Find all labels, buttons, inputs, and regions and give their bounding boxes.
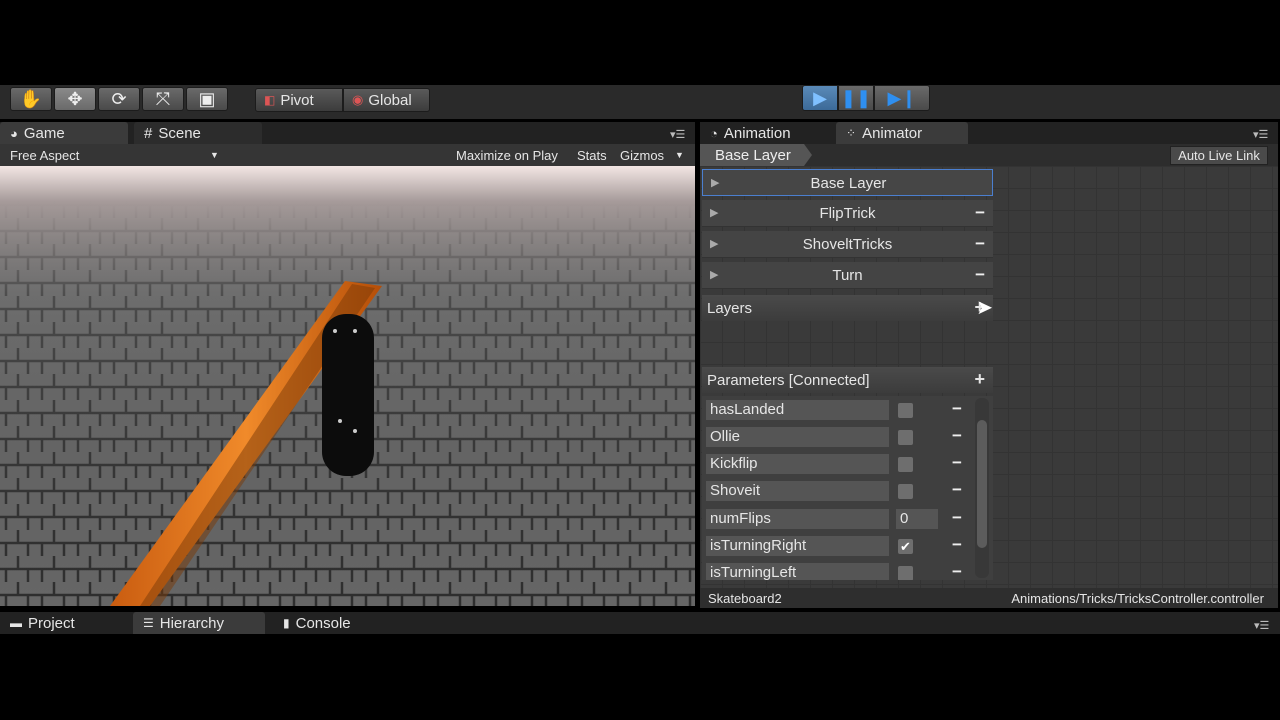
chevron-down-icon: ▼ <box>210 150 219 160</box>
remove-layer-button[interactable]: − <box>975 234 985 254</box>
parameter-name[interactable]: hasLanded <box>706 400 889 420</box>
clock-icon: ◔ <box>710 125 718 141</box>
tab-animation[interactable]: ◔ Animation <box>700 122 832 144</box>
selected-object-label: Skateboard2 <box>708 591 782 606</box>
maximize-on-play-toggle[interactable]: Maximize on Play <box>456 148 558 163</box>
animator-bar: Base Layer Auto Live Link <box>700 144 1278 166</box>
animator-status-bar: Skateboard2 Animations/Tricks/TricksCont… <box>700 588 1278 608</box>
parameter-row: hasLanded − <box>706 399 971 423</box>
parameter-name[interactable]: Shoveit <box>706 481 889 501</box>
list-icon: ☰ <box>143 616 154 630</box>
remove-parameter-button[interactable]: − <box>952 562 962 580</box>
parameters-header: Parameters [Connected] + <box>702 367 993 393</box>
parameter-int-field[interactable]: 0 <box>896 509 938 529</box>
bottom-menu-icon[interactable]: ▾☰ <box>1254 619 1269 632</box>
rotate-icon: ⟳ <box>111 88 127 109</box>
parameter-name[interactable]: Kickflip <box>706 454 889 474</box>
game-view-bar: Free Aspect ▼ Maximize on Play Stats Giz… <box>0 144 695 166</box>
skateboard <box>322 314 374 476</box>
layer-item[interactable]: ▶ Base Layer <box>702 169 993 196</box>
parameter-name[interactable]: Ollie <box>706 427 889 447</box>
parameter-checkbox[interactable] <box>898 403 913 418</box>
layer-item[interactable]: ▶ ShoveltTricks − <box>702 231 993 258</box>
parameter-checkbox[interactable] <box>898 457 913 472</box>
stats-toggle[interactable]: Stats <box>577 148 607 163</box>
move-tool-button[interactable]: ✥ <box>54 87 96 111</box>
panel-menu-icon[interactable]: ▾☰ <box>670 128 685 141</box>
cursor-icon: ➤ <box>976 297 993 319</box>
parameter-checkbox-checked[interactable]: ✔ <box>898 539 913 554</box>
remove-parameter-button[interactable]: − <box>952 453 962 473</box>
tab-animator[interactable]: ⁘ Animator <box>836 122 968 144</box>
play-button[interactable]: ▶ <box>802 85 838 111</box>
global-button[interactable]: ◉ Global <box>343 88 430 112</box>
pivot-icon: ◧ <box>264 93 276 107</box>
left-tab-bar: ◕ Game # Scene ▾☰ <box>0 122 695 144</box>
parameter-row: numFlips 0 − <box>706 508 971 532</box>
tab-game[interactable]: ◕ Game <box>0 122 128 144</box>
console-icon: ▮ <box>283 616 290 630</box>
parameter-checkbox[interactable] <box>898 430 913 445</box>
tab-project[interactable]: ▬ Project <box>0 612 128 634</box>
remove-parameter-button[interactable]: − <box>952 399 962 419</box>
hand-icon: ✋ <box>19 88 43 109</box>
parameter-row: isTurningLeft − <box>706 562 971 580</box>
pivot-button[interactable]: ◧ Pivot <box>255 88 343 112</box>
parameter-name[interactable]: isTurningRight <box>706 536 889 556</box>
gizmos-chevron-icon[interactable]: ▼ <box>675 150 684 160</box>
tab-hierarchy[interactable]: ☰ Hierarchy <box>133 612 265 634</box>
globe-icon: ◉ <box>352 92 364 107</box>
parameters-scrollbar[interactable] <box>975 398 989 578</box>
layer-item[interactable]: ▶ Turn − <box>702 262 993 289</box>
parameter-name[interactable]: numFlips <box>706 509 889 529</box>
hand-tool-button[interactable]: ✋ <box>10 87 52 111</box>
remove-layer-button[interactable]: − <box>975 265 985 285</box>
game-icon: ◕ <box>10 125 18 141</box>
play-icon: ▶ <box>813 87 827 108</box>
scale-icon: ⤧ <box>155 88 171 109</box>
animator-icon: ⁘ <box>846 126 857 140</box>
bottom-tab-bar: ▬ Project ☰ Hierarchy ▮ Console ▾☰ <box>0 612 1280 634</box>
remove-parameter-button[interactable]: − <box>952 508 962 528</box>
parameter-checkbox[interactable] <box>898 566 913 580</box>
scene-render <box>0 166 695 606</box>
remove-parameter-button[interactable]: − <box>952 426 962 446</box>
layers-header: Layers + ➤ <box>702 295 993 321</box>
folder-icon: ▬ <box>10 616 22 630</box>
pause-icon: ❚❚ <box>840 87 872 108</box>
parameter-row: Kickflip − <box>706 453 971 477</box>
step-button[interactable]: ▶❙ <box>874 85 930 111</box>
gizmos-toggle[interactable]: Gizmos <box>620 148 664 163</box>
tab-scene[interactable]: # Scene <box>134 122 262 144</box>
pause-button[interactable]: ❚❚ <box>838 85 874 111</box>
add-parameter-button[interactable]: + <box>974 369 985 390</box>
auto-live-link-toggle[interactable]: Auto Live Link <box>1170 146 1268 165</box>
layer-item[interactable]: ▶ FlipTrick − <box>702 200 993 227</box>
parameter-checkbox[interactable] <box>898 484 913 499</box>
grid-icon: # <box>144 124 153 142</box>
main-toolbar: ✋ ✥ ⟳ ⤧ ▣ ◧ Pivot ◉ Global ▶ ❚❚ ▶❙ <box>0 85 1280 119</box>
step-icon: ▶❙ <box>887 87 917 108</box>
parameter-name[interactable]: isTurningLeft <box>706 563 889 580</box>
right-tab-bar: ◔ Animation ⁘ Animator ▾☰ <box>700 122 1278 144</box>
remove-parameter-button[interactable]: − <box>952 535 962 555</box>
rect-tool-button[interactable]: ▣ <box>186 87 228 111</box>
remove-parameter-button[interactable]: − <box>952 480 962 500</box>
breadcrumb[interactable]: Base Layer <box>700 144 812 166</box>
game-viewport[interactable] <box>0 166 695 606</box>
animator-menu-icon[interactable]: ▾☰ <box>1253 128 1268 141</box>
parameter-row: Shoveit − <box>706 480 971 504</box>
controller-path-label: Animations/Tricks/TricksController.contr… <box>1011 591 1264 606</box>
parameter-row: Ollie − <box>706 426 971 450</box>
aspect-dropdown[interactable]: Free Aspect <box>10 148 79 163</box>
move-icon: ✥ <box>67 88 83 109</box>
rotate-tool-button[interactable]: ⟳ <box>98 87 140 111</box>
scale-tool-button[interactable]: ⤧ <box>142 87 184 111</box>
scrollbar-thumb[interactable] <box>977 420 987 548</box>
rect-icon: ▣ <box>198 88 216 109</box>
tab-console[interactable]: ▮ Console <box>273 612 401 634</box>
remove-layer-button[interactable]: − <box>975 203 985 223</box>
parameter-row: isTurningRight ✔ − <box>706 535 971 559</box>
